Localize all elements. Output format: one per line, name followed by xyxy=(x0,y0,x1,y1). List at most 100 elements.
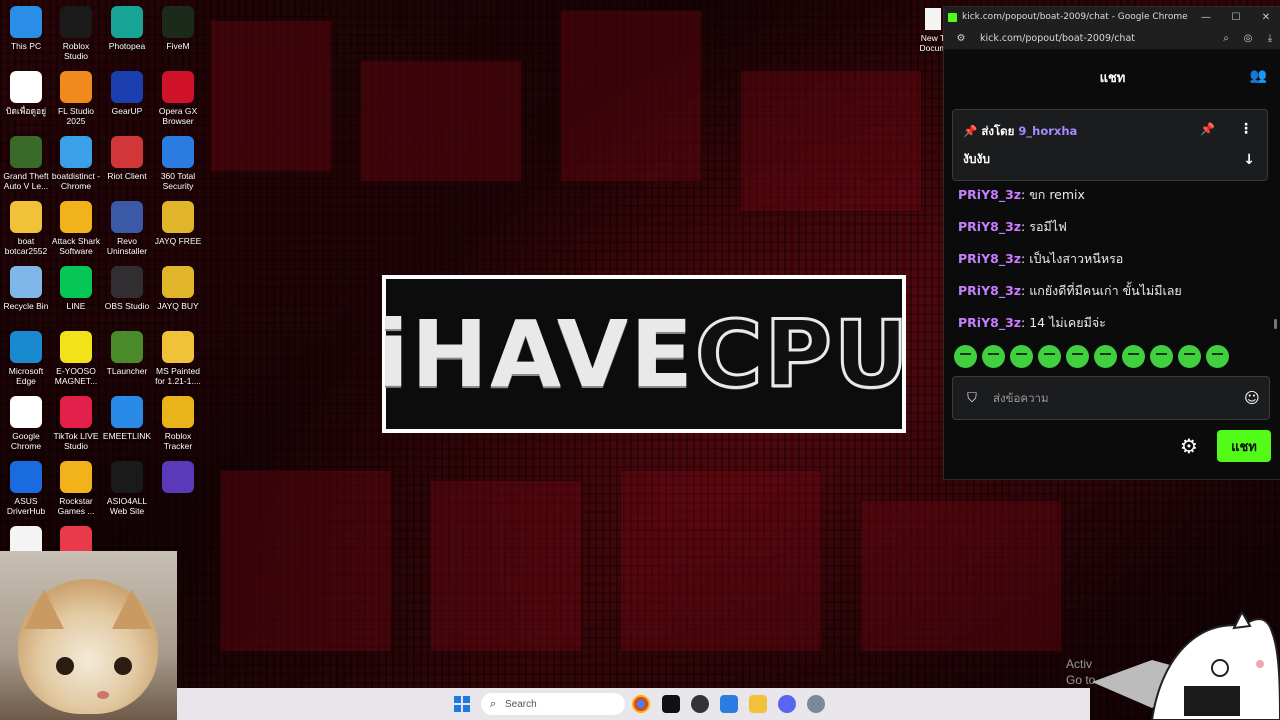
desktop-icon[interactable]: Photopea xyxy=(101,6,153,51)
close-button[interactable]: ✕ xyxy=(1251,12,1280,23)
document-icon xyxy=(925,8,941,30)
more-options-icon[interactable]: ⋮ xyxy=(1239,121,1253,137)
taskbar-fivem-icon[interactable] xyxy=(662,695,680,713)
desktop-icon-label: 360 Total Security xyxy=(160,171,196,191)
emote-icon[interactable] xyxy=(1178,345,1201,368)
desktop-icon[interactable]: GearUP xyxy=(101,71,153,116)
download-icon[interactable]: ⤓ xyxy=(1259,33,1280,44)
emote-quick-bar xyxy=(954,345,1229,368)
desktop-icon[interactable]: Roblox Studio xyxy=(50,6,102,61)
desktop-icon[interactable]: Opera GX Browser xyxy=(152,71,204,126)
chat-username[interactable]: PRiY8_3z xyxy=(958,251,1021,266)
users-icon[interactable]: 👥 xyxy=(1250,68,1267,84)
eye-off-icon[interactable]: ◎ xyxy=(1237,33,1259,44)
chat-settings-gear-icon[interactable]: ⚙ xyxy=(1180,434,1198,458)
desktop-icon[interactable]: Grand Theft Auto V Le... xyxy=(0,136,52,191)
desktop-icon-label: TLauncher xyxy=(106,366,148,376)
shield-icon[interactable]: ⛉ xyxy=(953,391,991,406)
maximize-button[interactable]: ☐ xyxy=(1221,12,1251,23)
desktop-icon[interactable]: TLauncher xyxy=(101,331,153,376)
bongo-cat-overlay xyxy=(1092,612,1280,720)
chrome-popup-window: kick.com/popout/boat-2009/chat - Google … xyxy=(943,6,1280,480)
chat-username[interactable]: PRiY8_3z xyxy=(958,315,1021,330)
desktop-icon[interactable]: boat botcar2552 xyxy=(0,201,52,256)
desktop-icon[interactable]: Microsoft Edge xyxy=(0,331,52,386)
chrome-icon xyxy=(10,396,42,428)
desktop-icon[interactable]: Rockstar Games ... xyxy=(50,461,102,516)
desktop-icon[interactable] xyxy=(152,461,204,496)
desktop-icon[interactable]: MS Painted for 1.21-1.... xyxy=(152,331,204,386)
desktop-icon[interactable]: EMEETLINK xyxy=(101,396,153,441)
pinned-text: งับงับ xyxy=(963,152,990,166)
desktop-icon-label: Google Chrome xyxy=(10,431,42,451)
360-security-icon xyxy=(162,136,194,168)
emote-icon[interactable] xyxy=(1010,345,1033,368)
pinned-prefix: ส่งโดย xyxy=(981,124,1015,138)
url-text[interactable]: kick.com/popout/boat-2009/chat xyxy=(980,33,1215,44)
chat-scrollbar[interactable] xyxy=(1274,319,1277,329)
window-titlebar: kick.com/popout/boat-2009/chat - Google … xyxy=(944,7,1280,27)
emoji-picker-icon[interactable]: ☺ xyxy=(1235,389,1269,407)
pinned-message[interactable]: 📌 ส่งโดย 9_horxha งับงับ 📌 ⋮ ↓ xyxy=(952,109,1268,181)
desktop-icon[interactable]: Google Chrome xyxy=(0,396,52,451)
pin-icon[interactable]: 📌 xyxy=(1200,122,1215,136)
desktop-icon[interactable]: 360 Total Security xyxy=(152,136,204,191)
desktop-icon[interactable]: OBS Studio xyxy=(101,266,153,311)
emote-icon[interactable] xyxy=(1122,345,1145,368)
start-tile xyxy=(463,705,470,712)
taskbar-chrome-icon[interactable] xyxy=(632,695,650,713)
chat-message-input[interactable] xyxy=(991,390,1235,406)
bongo-key-grid xyxy=(1184,686,1240,716)
chat-input-box[interactable]: ⛉ ☺ xyxy=(952,376,1270,420)
send-chat-button[interactable]: แชท xyxy=(1217,430,1271,462)
emote-icon[interactable] xyxy=(982,345,1005,368)
chat-username[interactable]: PRiY8_3z xyxy=(958,283,1021,298)
emote-icon[interactable] xyxy=(1066,345,1089,368)
desktop-icon[interactable]: ASIO4ALL Web Site xyxy=(101,461,153,516)
chat-username[interactable]: PRiY8_3z xyxy=(958,219,1021,234)
desktop-icon[interactable]: Attack Shark Software xyxy=(50,201,102,256)
windows-start-button[interactable] xyxy=(454,696,470,712)
minimize-button[interactable]: — xyxy=(1191,12,1221,23)
pinned-username[interactable]: 9_horxha xyxy=(1018,124,1077,138)
webcam-overlay xyxy=(0,551,177,720)
taskbar-obs-icon[interactable] xyxy=(691,695,709,713)
zoom-icon[interactable]: ⌕ xyxy=(1215,33,1237,44)
desktop-icon[interactable]: E-YOOSO MAGNET... xyxy=(50,331,102,386)
desktop-icon[interactable]: TikTok LIVE Studio xyxy=(50,396,102,451)
desktop-icon[interactable]: Riot Client xyxy=(101,136,153,181)
emote-icon[interactable] xyxy=(1094,345,1117,368)
desktop-icon[interactable]: Revo Uninstaller xyxy=(101,201,153,256)
taskbar-discord-icon[interactable] xyxy=(778,695,796,713)
emote-icon[interactable] xyxy=(1206,345,1229,368)
desktop-icon[interactable]: ASUS DriverHub xyxy=(0,461,52,516)
desktop-icon-label: Revo Uninstaller xyxy=(106,236,148,256)
desktop-icon[interactable]: JAYQ FREE xyxy=(152,201,204,246)
emote-icon[interactable] xyxy=(1038,345,1061,368)
desktop-icon-label: GearUP xyxy=(111,106,143,116)
desktop-icon[interactable]: boatdistinct - Chrome xyxy=(50,136,102,191)
desktop-icon[interactable]: LINE xyxy=(50,266,102,311)
desktop-icon-label: LINE xyxy=(66,301,86,311)
desktop-icon-label: Opera GX Browser xyxy=(158,106,198,126)
jayq-icon xyxy=(162,201,194,233)
desktop-icon[interactable]: JAYQ BUY xyxy=(152,266,204,311)
desktop-icon[interactable]: FL Studio 2025 xyxy=(50,71,102,126)
emote-icon[interactable] xyxy=(1150,345,1173,368)
desktop-icon[interactable]: บิดเพื่อดูอยู่ xyxy=(0,71,52,116)
desktop-icon[interactable]: Recycle Bin xyxy=(0,266,52,311)
site-settings-icon[interactable]: ⚙ xyxy=(950,33,972,44)
taskbar-settings-icon[interactable] xyxy=(807,695,825,713)
taskbar-notepad-icon[interactable] xyxy=(720,695,738,713)
roblox-studio-icon xyxy=(60,6,92,38)
chat-username[interactable]: PRiY8_3z xyxy=(958,187,1021,202)
desktop-icon[interactable]: This PC xyxy=(0,6,52,51)
taskbar-file-explorer-icon[interactable] xyxy=(749,695,767,713)
emote-icon[interactable] xyxy=(954,345,977,368)
cat-nose xyxy=(97,691,109,699)
desktop-icon[interactable]: Roblox Tracker xyxy=(152,396,204,451)
taskbar-search-box[interactable]: ⌕ Search xyxy=(481,693,625,715)
url-bar[interactable]: ⚙ kick.com/popout/boat-2009/chat ⌕ ◎ ⤓ xyxy=(944,27,1280,50)
expand-arrow-icon[interactable]: ↓ xyxy=(1243,152,1255,168)
desktop-icon[interactable]: FiveM xyxy=(152,6,204,51)
